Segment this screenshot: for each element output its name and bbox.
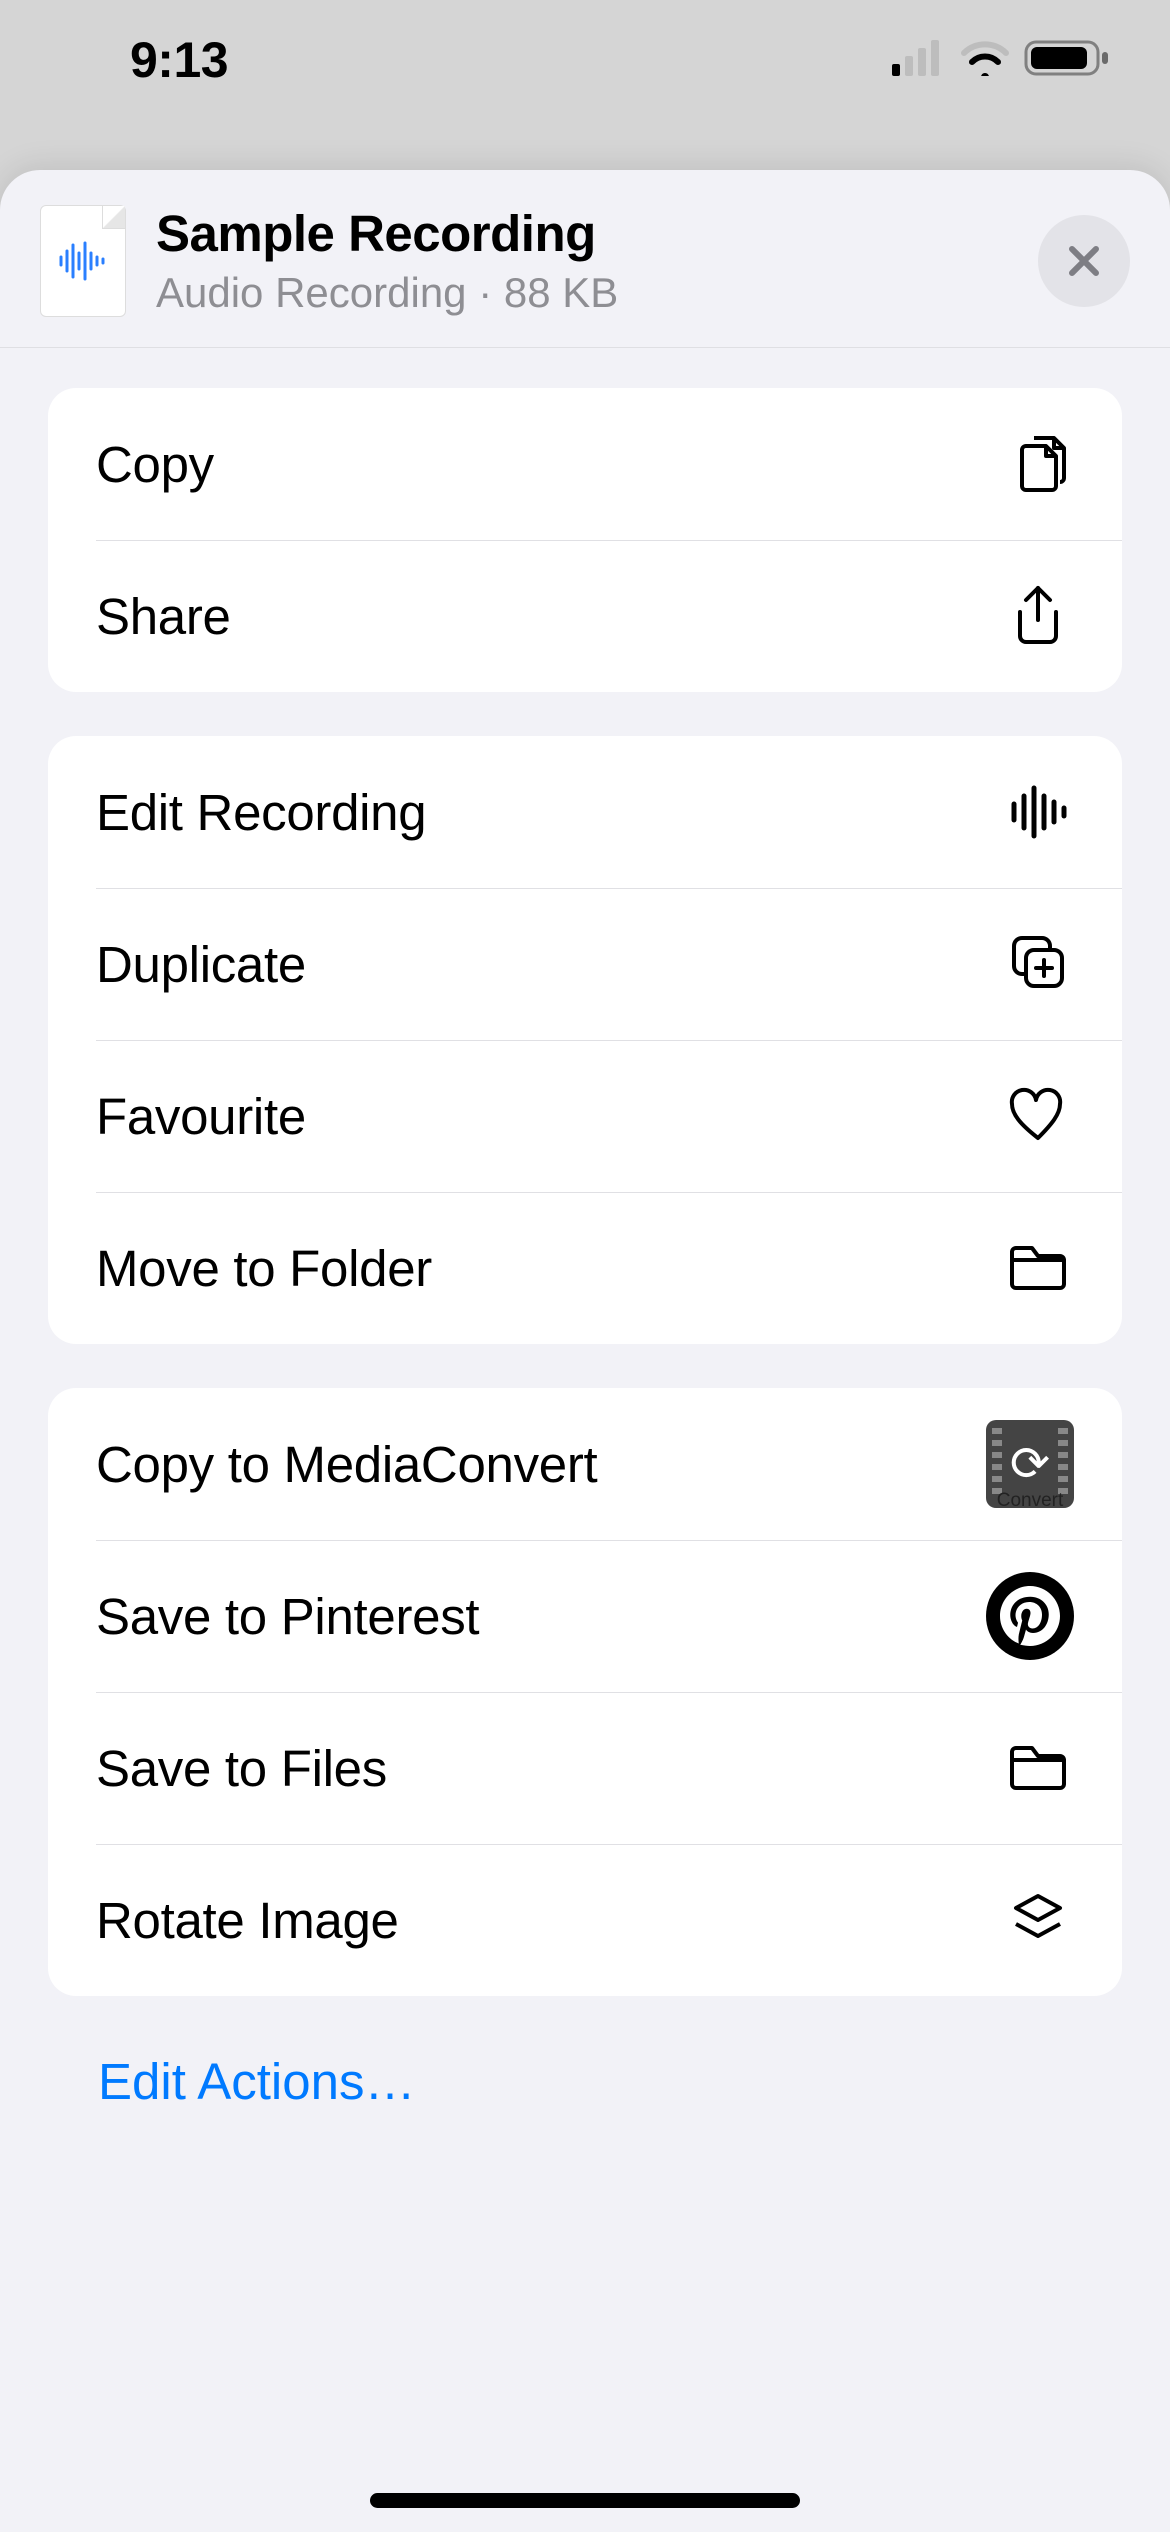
row-label: Duplicate: [96, 935, 306, 994]
save-to-pinterest-row[interactable]: Save to Pinterest: [48, 1540, 1122, 1692]
waveform-icon: [1002, 776, 1074, 848]
pinterest-app-icon: [986, 1572, 1074, 1660]
close-icon: [1064, 241, 1104, 281]
copy-icon: [1002, 428, 1074, 500]
row-label: Edit Recording: [96, 783, 426, 842]
action-group: Edit Recording Duplicate: [48, 736, 1122, 1344]
audio-wave-icon: [55, 241, 111, 281]
row-label: Save to Pinterest: [96, 1587, 479, 1646]
folder-icon: [1002, 1732, 1074, 1804]
status-time: 9:13: [130, 31, 228, 89]
file-title: Sample Recording: [156, 204, 1038, 263]
favourite-row[interactable]: Favourite: [48, 1040, 1122, 1192]
copy-row[interactable]: Copy: [48, 388, 1122, 540]
close-button[interactable]: [1038, 215, 1130, 307]
action-group: Copy to MediaConvert ⟳ Convert Save to P…: [48, 1388, 1122, 1996]
cellular-signal-icon: [892, 40, 946, 81]
row-label: Save to Files: [96, 1739, 387, 1798]
row-label: Rotate Image: [96, 1891, 399, 1950]
status-bar: 9:13: [0, 0, 1170, 100]
edit-actions-button[interactable]: Edit Actions…: [48, 2040, 1122, 2111]
save-to-files-row[interactable]: Save to Files: [48, 1692, 1122, 1844]
row-label: Share: [96, 587, 231, 646]
share-row[interactable]: Share: [48, 540, 1122, 692]
copy-to-mediaconvert-row[interactable]: Copy to MediaConvert ⟳ Convert: [48, 1388, 1122, 1540]
row-label: Move to Folder: [96, 1239, 432, 1298]
heart-icon: [1002, 1080, 1074, 1152]
mediaconvert-app-label: Convert: [997, 1490, 1064, 1512]
duplicate-row[interactable]: Duplicate: [48, 888, 1122, 1040]
row-label: Copy to MediaConvert: [96, 1435, 597, 1494]
share-icon: [1002, 580, 1074, 652]
rotate-image-row[interactable]: Rotate Image: [48, 1844, 1122, 1996]
action-sheet: Sample Recording Audio Recording · 88 KB…: [0, 170, 1170, 2532]
shortcut-icon: [1002, 1884, 1074, 1956]
duplicate-icon: [1002, 928, 1074, 1000]
file-subtitle: Audio Recording · 88 KB: [156, 269, 1038, 317]
row-label: Copy: [96, 435, 214, 494]
sheet-content: Copy Share: [0, 348, 1170, 2532]
status-icons: [892, 38, 1110, 83]
file-thumbnail: [40, 205, 126, 317]
battery-icon: [1024, 38, 1110, 83]
move-to-folder-row[interactable]: Move to Folder: [48, 1192, 1122, 1344]
home-indicator[interactable]: [370, 2493, 800, 2508]
action-group: Copy Share: [48, 388, 1122, 692]
wifi-icon: [960, 40, 1010, 81]
row-label: Favourite: [96, 1087, 306, 1146]
edit-recording-row[interactable]: Edit Recording: [48, 736, 1122, 888]
mediaconvert-app-icon: ⟳ Convert: [986, 1420, 1074, 1508]
folder-icon: [1002, 1232, 1074, 1304]
sheet-header: Sample Recording Audio Recording · 88 KB: [0, 170, 1170, 348]
